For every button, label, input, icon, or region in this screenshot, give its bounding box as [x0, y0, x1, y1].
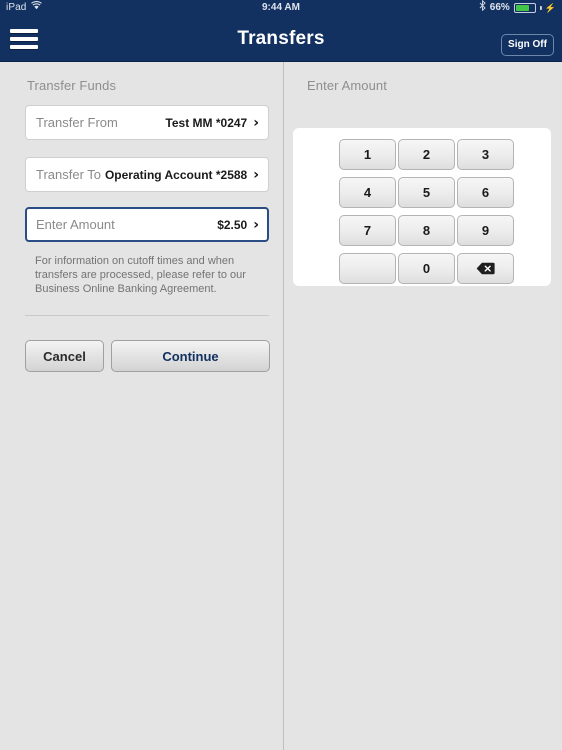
keypad-key-3[interactable]: 3: [457, 139, 514, 170]
form-divider: [25, 315, 269, 316]
keypad-card: 1 2 3 4 5 6 7 8 9 0: [293, 128, 551, 286]
backspace-delete-icon: [476, 262, 495, 275]
battery-fill-level: [515, 5, 529, 11]
status-bar-clock: 9:44 AM: [262, 2, 300, 13]
chevron-right-icon: ›: [253, 114, 259, 131]
enter-amount-value: $2.50: [217, 217, 248, 232]
keypad-key-5[interactable]: 5: [398, 177, 455, 208]
cancel-button[interactable]: Cancel: [25, 340, 104, 372]
keypad-key-7[interactable]: 7: [339, 215, 396, 246]
keypad-key-9[interactable]: 9: [457, 215, 514, 246]
transfer-to-value: Operating Account *2588: [104, 167, 248, 182]
sign-off-button[interactable]: Sign Off: [501, 34, 554, 56]
keypad-key-blank: [339, 253, 396, 284]
transfer-form-panel: Transfer Funds Transfer From Test MM *02…: [0, 62, 284, 750]
transfer-funds-heading: Transfer Funds: [27, 78, 117, 93]
numeric-keypad: 1 2 3 4 5 6 7 8 9 0: [339, 139, 514, 284]
navigation-bar: Transfers Sign Off: [0, 16, 562, 62]
ipad-banking-app: iPad 9:44 AM 66% ⚡ Transfers Sign Off Tr…: [0, 0, 562, 750]
transfer-from-label: Transfer From: [36, 115, 118, 130]
keypad-key-6[interactable]: 6: [457, 177, 514, 208]
enter-amount-row[interactable]: Enter Amount $2.50 ›: [25, 207, 269, 242]
lightning-bolt-icon: ⚡: [544, 3, 556, 13]
keypad-key-8[interactable]: 8: [398, 215, 455, 246]
transfer-to-row[interactable]: Transfer To Operating Account *2588 ›: [25, 157, 269, 192]
bluetooth-icon: [479, 0, 486, 17]
keypad-key-2[interactable]: 2: [398, 139, 455, 170]
transfer-to-label: Transfer To: [36, 167, 102, 182]
ios-status-bar: iPad 9:44 AM 66% ⚡: [0, 0, 562, 16]
battery-cap: [539, 6, 542, 10]
keypad-key-4[interactable]: 4: [339, 177, 396, 208]
transfer-from-value: Test MM *0247: [165, 115, 248, 130]
keypad-key-delete[interactable]: [457, 253, 514, 284]
keypad-key-1[interactable]: 1: [339, 139, 396, 170]
split-view: Transfer Funds Transfer From Test MM *02…: [0, 62, 562, 750]
transfer-from-row[interactable]: Transfer From Test MM *0247 ›: [25, 105, 269, 140]
enter-amount-heading: Enter Amount: [307, 78, 387, 93]
continue-button[interactable]: Continue: [111, 340, 270, 372]
keypad-key-0[interactable]: 0: [398, 253, 455, 284]
chevron-right-icon: ›: [253, 216, 259, 233]
chevron-right-icon: ›: [253, 166, 259, 183]
page-title: Transfers: [237, 28, 325, 49]
enter-amount-label: Enter Amount: [36, 217, 115, 232]
battery-icon: [513, 3, 536, 13]
cutoff-disclaimer-text: For information on cutoff times and when…: [35, 255, 246, 295]
status-bar-right: 66% ⚡: [479, 0, 556, 16]
battery-percent-label: 66%: [489, 2, 510, 13]
amount-keypad-panel: Enter Amount 1 2 3 4 5 6 7 8 9 0: [285, 62, 562, 750]
